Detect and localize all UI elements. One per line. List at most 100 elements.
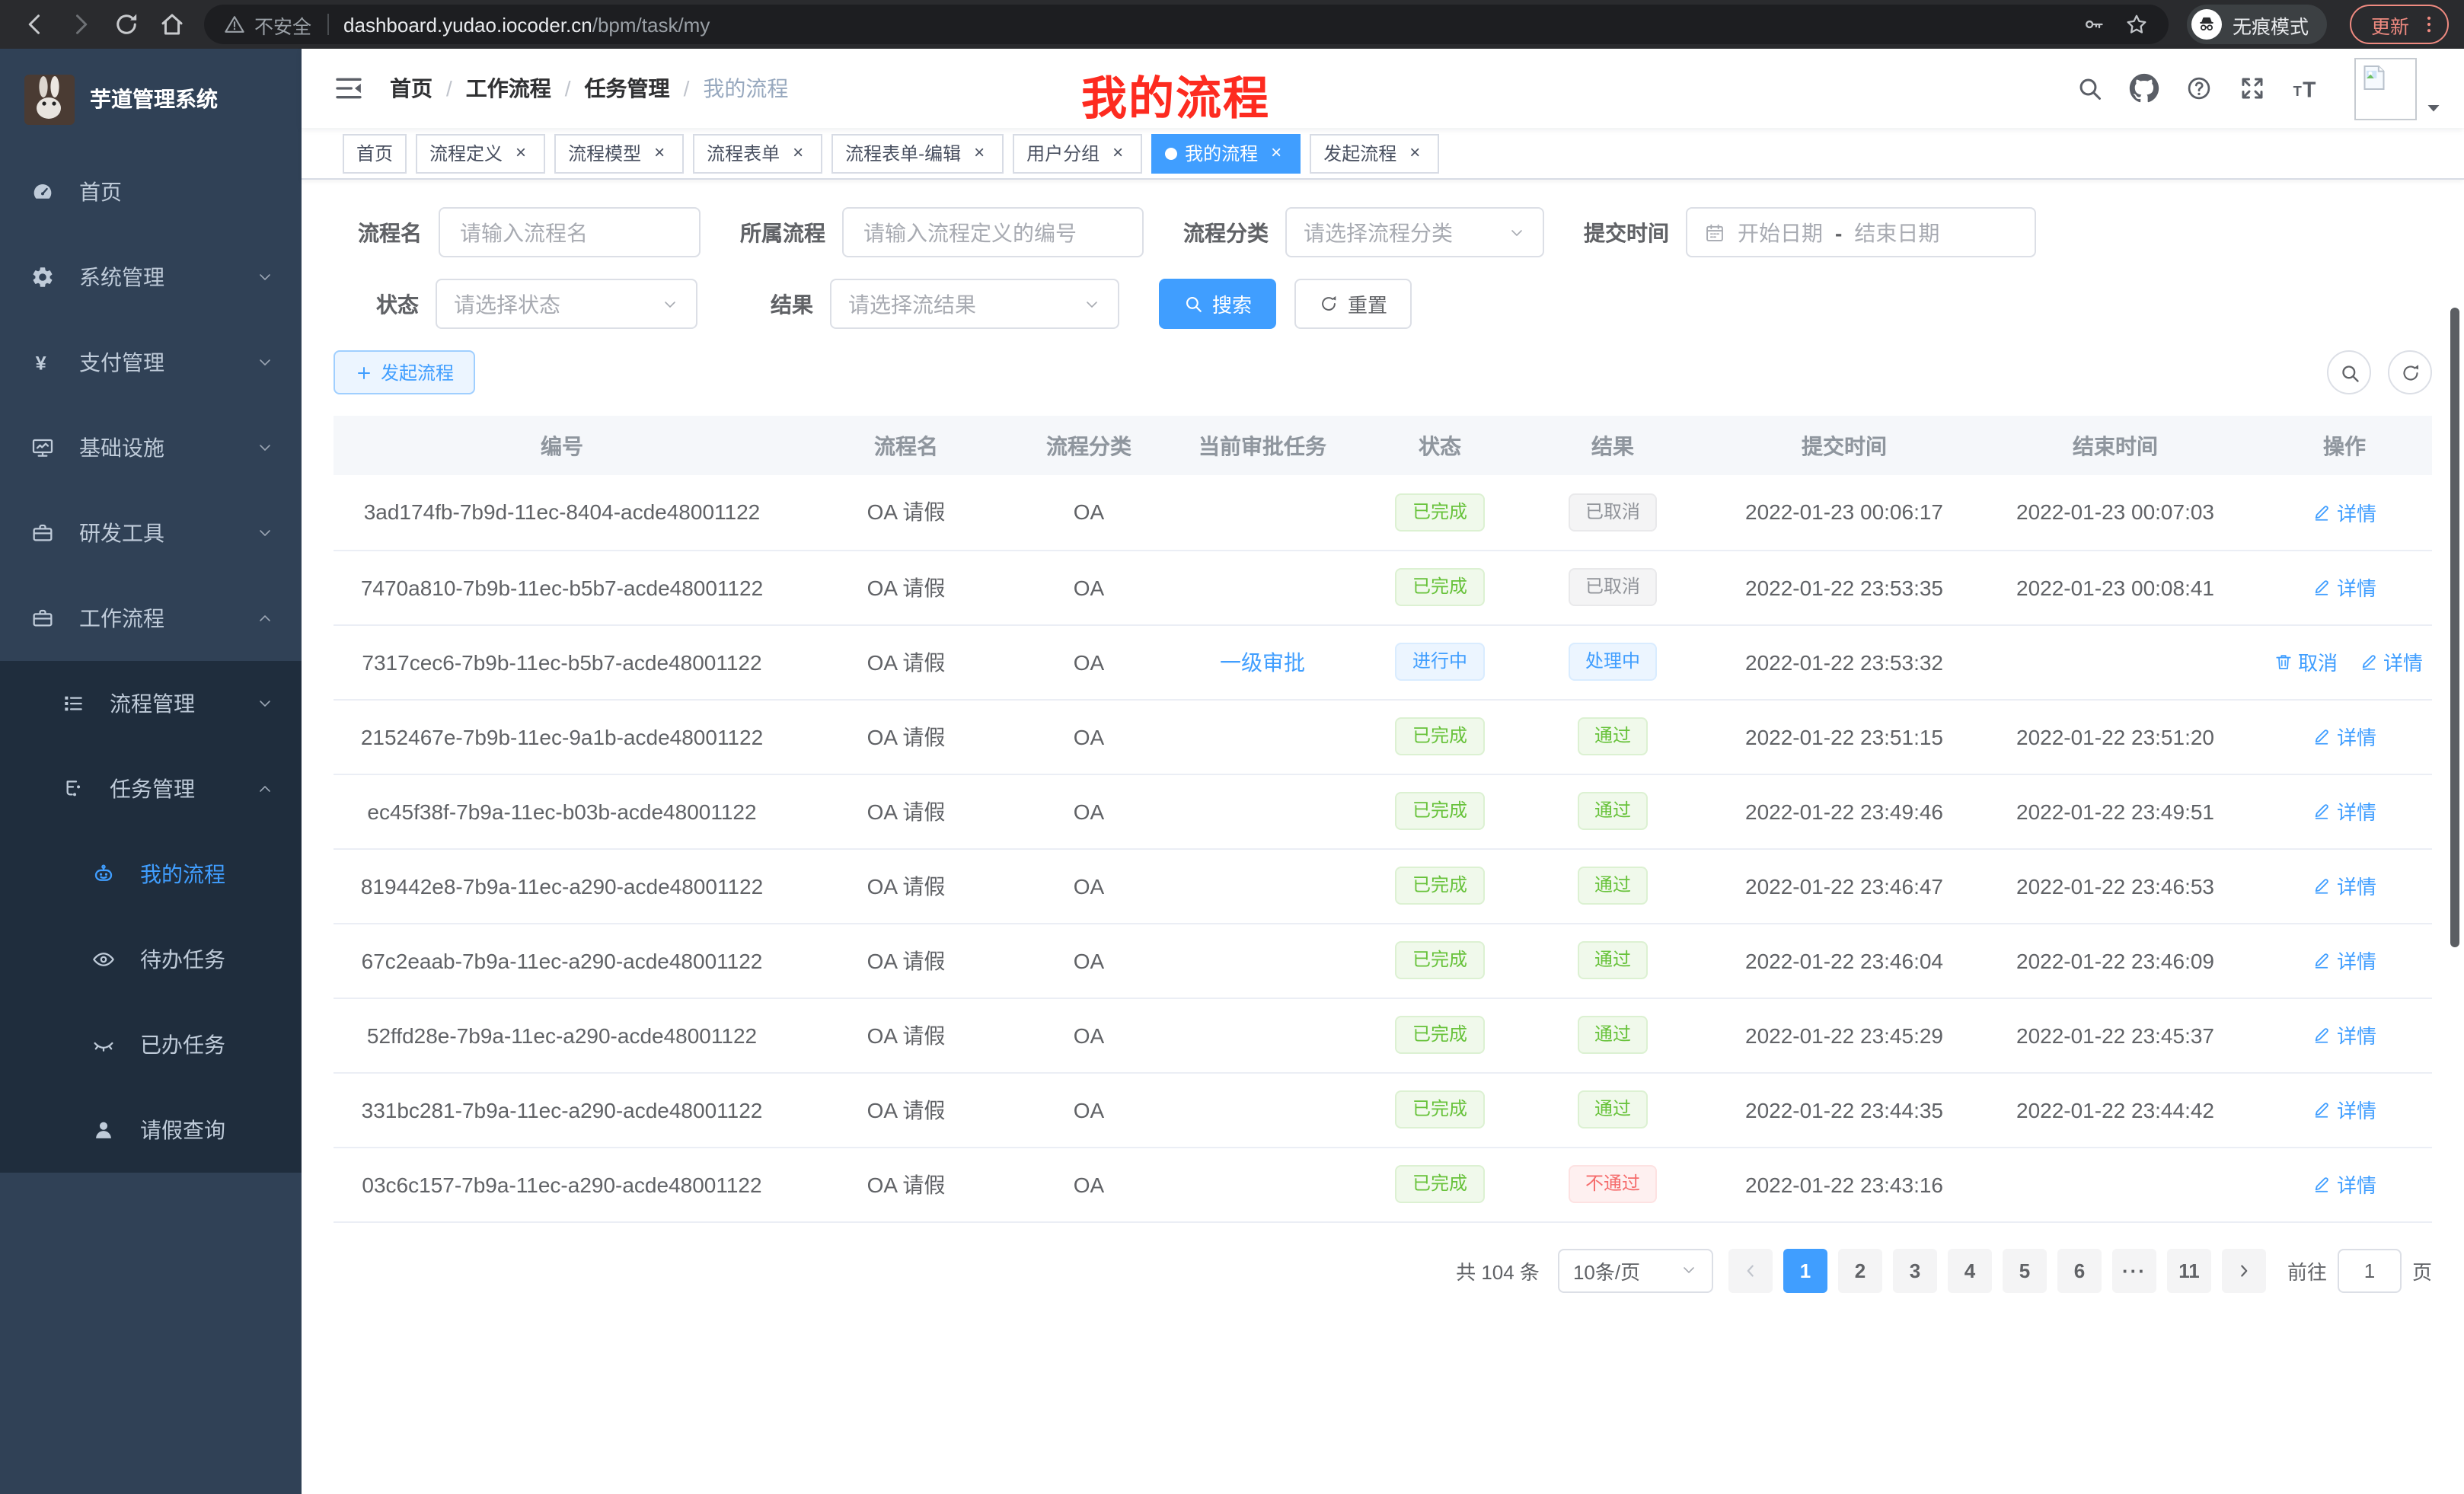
action-label: 详情 (2337, 573, 2376, 602)
detail-action[interactable]: 详情 (2312, 573, 2376, 602)
font-size-icon[interactable]: TT (2292, 73, 2322, 104)
detail-action[interactable]: 详情 (2359, 647, 2423, 676)
toggle-search-button[interactable] (2327, 350, 2371, 394)
cell-process-name: OA 请假 (790, 848, 1022, 923)
user-avatar[interactable] (2354, 57, 2443, 120)
tab-user-group[interactable]: 用户分组× (1013, 133, 1142, 173)
sidebar-item-done-tasks[interactable]: 已办任务 (0, 1002, 302, 1087)
help-icon[interactable] (2185, 75, 2213, 102)
chev-right-icon (2234, 1260, 2254, 1280)
page-size-select[interactable]: 10条/页 (1558, 1248, 1713, 1292)
key-icon[interactable] (2083, 14, 2105, 35)
page-button[interactable]: 5 (2003, 1248, 2047, 1292)
sidebar-item-leave-query[interactable]: 请假查询 (0, 1087, 302, 1173)
table-row: 52ffd28e-7b9a-11ec-a290-acde48001122OA 请… (334, 998, 2432, 1072)
submit-time-range[interactable]: 开始日期 - 结束日期 (1686, 207, 2036, 257)
column-header: 编号 (334, 416, 790, 475)
cell-process-name: OA 请假 (790, 699, 1022, 774)
sidebar-item-system-management[interactable]: 系统管理 (0, 235, 302, 320)
update-button[interactable]: 更新 (2350, 5, 2449, 44)
tab-start-process[interactable]: 发起流程× (1310, 133, 1439, 173)
kebab-menu-icon[interactable] (2418, 14, 2440, 35)
process-name-input[interactable] (439, 207, 701, 257)
star-icon[interactable] (2124, 12, 2149, 37)
page-button[interactable]: 1 (1783, 1248, 1827, 1292)
fullscreen-icon[interactable] (2239, 75, 2266, 102)
detail-action[interactable]: 详情 (2312, 722, 2376, 751)
page-button[interactable]: 11 (2167, 1248, 2211, 1292)
close-tab-icon[interactable]: × (1266, 142, 1287, 164)
sidebar-item-dev-tools[interactable]: 研发工具 (0, 490, 302, 576)
page-button[interactable]: 4 (1948, 1248, 1992, 1292)
github-icon[interactable] (2129, 73, 2159, 104)
search-button[interactable]: 搜索 (1159, 279, 1276, 329)
cell-status: 进行中 (1369, 624, 1511, 699)
detail-action[interactable]: 详情 (2312, 946, 2376, 975)
cell-category: OA (1022, 998, 1156, 1072)
close-tab-icon[interactable]: × (510, 142, 531, 164)
breadcrumb-item[interactable]: 任务管理 (585, 73, 670, 104)
sidebar-item-process-management[interactable]: 流程管理 (0, 661, 302, 746)
category-select[interactable]: 请选择流程分类 (1285, 207, 1544, 257)
reset-button[interactable]: 重置 (1294, 279, 1412, 329)
tab-process-form[interactable]: 流程表单× (693, 133, 822, 173)
status-badge: 已完成 (1396, 792, 1484, 830)
detail-action[interactable]: 详情 (2312, 1020, 2376, 1049)
close-tab-icon[interactable]: × (649, 142, 670, 164)
sidebar-item-infrastructure[interactable]: 基础设施 (0, 405, 302, 490)
sidebar-item-home[interactable]: 首页 (0, 149, 302, 235)
close-tab-icon[interactable]: × (1107, 142, 1128, 164)
tab-home[interactable]: 首页 (343, 133, 407, 173)
sidebar-item-payment-management[interactable]: ¥支付管理 (0, 320, 302, 405)
detail-action[interactable]: 详情 (2312, 498, 2376, 527)
tab-process-form-edit[interactable]: 流程表单-编辑× (831, 133, 1004, 173)
detail-action[interactable]: 详情 (2312, 1170, 2376, 1199)
sidebar-item-my-process[interactable]: 我的流程 (0, 832, 302, 917)
address-bar[interactable]: 不安全 dashboard.yudao.iocoder.cn/bpm/task/… (204, 5, 2169, 44)
more-pages-button[interactable]: ··· (2112, 1248, 2156, 1292)
back-icon[interactable] (15, 5, 55, 44)
filter-label-category: 流程分类 (1183, 217, 1269, 247)
search-icon[interactable] (2076, 75, 2103, 102)
detail-action[interactable]: 详情 (2312, 796, 2376, 825)
close-tab-icon[interactable]: × (1404, 142, 1425, 164)
sidebar-item-label: 待办任务 (140, 944, 225, 975)
close-tab-icon[interactable]: × (969, 142, 990, 164)
detail-action[interactable]: 详情 (2312, 1095, 2376, 1124)
result-select[interactable]: 请选择流结果 (830, 279, 1119, 329)
cancel-action[interactable]: 取消 (2274, 647, 2338, 676)
breadcrumb-item[interactable]: 工作流程 (466, 73, 551, 104)
tab-process-definition[interactable]: 流程定义× (416, 133, 545, 173)
goto-page-input[interactable] (2338, 1248, 2402, 1292)
breadcrumb-item[interactable]: 首页 (390, 73, 432, 104)
sidebar-item-todo-tasks[interactable]: 待办任务 (0, 917, 302, 1002)
prev-page-button[interactable] (1728, 1248, 1773, 1292)
cell-submit-time: 2022-01-22 23:51:15 (1715, 699, 1974, 774)
close-tab-icon[interactable]: × (787, 142, 809, 164)
caret-down-icon[interactable] (2424, 98, 2443, 117)
process-def-input[interactable] (842, 207, 1144, 257)
sidebar-item-workflow[interactable]: 工作流程 (0, 576, 302, 661)
refresh-table-button[interactable] (2388, 350, 2432, 394)
forward-icon[interactable] (61, 5, 101, 44)
reload-icon[interactable] (107, 5, 146, 44)
status-select[interactable]: 请选择状态 (436, 279, 697, 329)
tab-my-process[interactable]: 我的流程× (1151, 133, 1301, 173)
scrollbar-thumb[interactable] (2450, 308, 2459, 947)
avatar[interactable] (2354, 57, 2417, 120)
cell-id: 331bc281-7b9a-11ec-a290-acde48001122 (334, 1072, 790, 1147)
result-badge: 已取消 (1569, 493, 1657, 532)
detail-action[interactable]: 详情 (2312, 871, 2376, 900)
page-button[interactable]: 6 (2057, 1248, 2102, 1292)
cell-current-task (1156, 774, 1369, 848)
page-button[interactable]: 2 (1838, 1248, 1882, 1292)
cell-status: 已完成 (1369, 475, 1511, 550)
home-icon[interactable] (152, 5, 192, 44)
next-page-button[interactable] (2222, 1248, 2266, 1292)
tab-process-model[interactable]: 流程模型× (554, 133, 684, 173)
current-task-link[interactable]: 一级审批 (1220, 650, 1305, 674)
start-process-button[interactable]: 发起流程 (334, 350, 475, 394)
page-button[interactable]: 3 (1893, 1248, 1937, 1292)
sidebar-item-task-management[interactable]: 任务管理 (0, 746, 302, 832)
hamburger-icon[interactable] (323, 62, 375, 114)
